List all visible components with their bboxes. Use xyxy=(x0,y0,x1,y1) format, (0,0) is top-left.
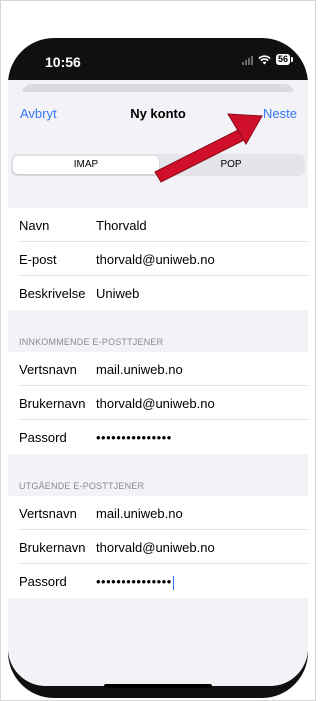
name-row[interactable]: Navn Thorvald xyxy=(8,208,308,242)
hostname-label: Vertsnavn xyxy=(19,362,77,377)
outgoing-server-header: UTGÅENDE E-POSTTJENER xyxy=(19,481,145,491)
outgoing-hostname-row[interactable]: Vertsnavn mail.uniweb.no xyxy=(8,496,308,530)
wifi-icon xyxy=(258,54,271,64)
status-time: 10:56 xyxy=(45,54,81,70)
outgoing-username-field[interactable]: thorvald@uniweb.no xyxy=(96,540,215,555)
incoming-password-field[interactable]: ••••••••••••••• xyxy=(96,430,172,445)
email-label: E-post xyxy=(19,252,57,267)
description-field[interactable]: Uniweb xyxy=(96,286,139,301)
username-label: Brukernavn xyxy=(19,396,86,411)
email-field[interactable]: thorvald@uniweb.no xyxy=(96,252,215,267)
outgoing-password-row[interactable]: Passord ••••••••••••••• xyxy=(8,564,308,598)
description-label: Beskrivelse xyxy=(19,286,86,301)
password-label: Passord xyxy=(19,574,67,589)
incoming-hostname-row[interactable]: Vertsnavn mail.uniweb.no xyxy=(8,352,308,386)
incoming-password-row[interactable]: Passord ••••••••••••••• xyxy=(8,420,308,454)
email-row[interactable]: E-post thorvald@uniweb.no xyxy=(8,242,308,276)
text-cursor xyxy=(172,575,174,590)
outgoing-hostname-field[interactable]: mail.uniweb.no xyxy=(96,506,183,521)
segment-imap[interactable]: IMAP xyxy=(13,156,159,174)
name-field[interactable]: Thorvald xyxy=(96,218,147,233)
account-info-group: Navn Thorvald E-post thorvald@uniweb.no … xyxy=(8,208,308,310)
hostname-label: Vertsnavn xyxy=(19,506,77,521)
incoming-server-header: INNKOMMENDE E-POSTTJENER xyxy=(19,337,164,347)
outgoing-username-row[interactable]: Brukernavn thorvald@uniweb.no xyxy=(8,530,308,564)
description-row[interactable]: Beskrivelse Uniweb xyxy=(8,276,308,310)
username-label: Brukernavn xyxy=(19,540,86,555)
outgoing-password-field[interactable]: ••••••••••••••• xyxy=(96,574,174,590)
name-label: Navn xyxy=(19,218,50,233)
outgoing-server-group: Vertsnavn mail.uniweb.no Brukernavn thor… xyxy=(8,496,308,598)
home-indicator[interactable] xyxy=(104,684,212,688)
red-arrow-annotation xyxy=(154,113,263,183)
battery-icon: 56 xyxy=(275,54,294,65)
signal-icon xyxy=(241,55,253,65)
incoming-hostname-field[interactable]: mail.uniweb.no xyxy=(96,362,183,377)
incoming-server-group: Vertsnavn mail.uniweb.no Brukernavn thor… xyxy=(8,352,308,454)
status-icons: 56 xyxy=(241,54,294,65)
status-bar: 10:56 56 xyxy=(8,38,308,82)
password-label: Passord xyxy=(19,430,67,445)
incoming-username-row[interactable]: Brukernavn thorvald@uniweb.no xyxy=(8,386,308,420)
incoming-username-field[interactable]: thorvald@uniweb.no xyxy=(96,396,215,411)
outgoing-password-dots: ••••••••••••••• xyxy=(96,574,172,589)
